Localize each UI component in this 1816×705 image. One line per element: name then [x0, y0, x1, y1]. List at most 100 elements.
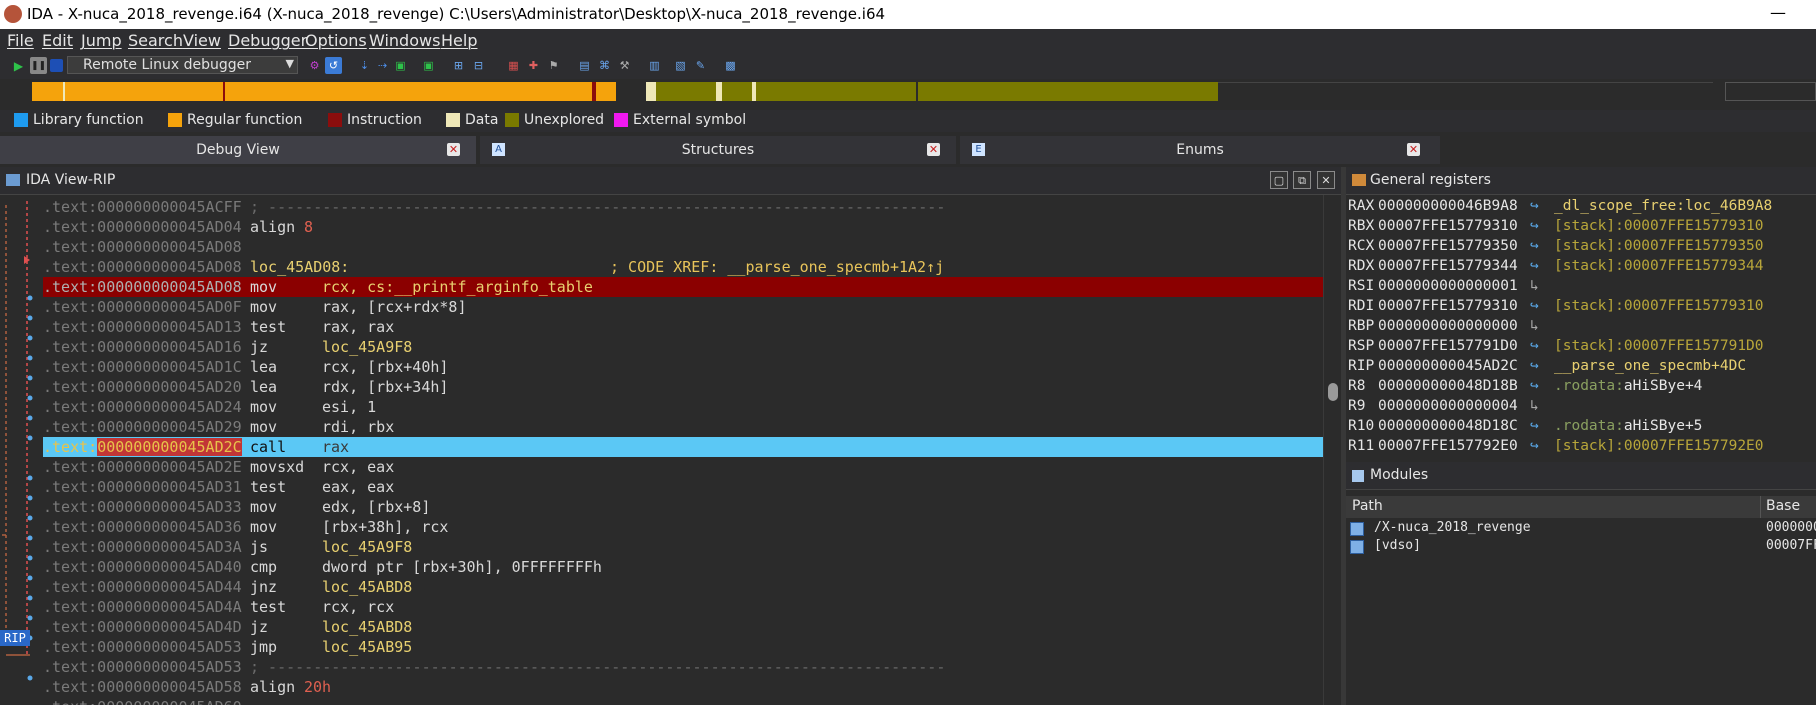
column-path[interactable]: Path	[1352, 498, 1383, 514]
disasm-line[interactable]: .text:000000000045AD58 align 20h	[43, 677, 1323, 697]
modules-column-header: Path Base	[1346, 496, 1816, 518]
restore-icon[interactable]: ▢	[1270, 171, 1288, 189]
disasm-line[interactable]: .text:000000000045AD0F mov rax, [rcx+rdx*8…	[43, 297, 1323, 317]
menu-options[interactable]: Options	[305, 31, 367, 50]
stop-process-icon[interactable]	[50, 59, 63, 72]
minimize-button[interactable]: —	[1770, 3, 1786, 22]
menu-debugger[interactable]: Debugger	[228, 31, 307, 50]
menu-view[interactable]: View	[183, 31, 221, 50]
start-process-icon[interactable]: ▶	[10, 57, 27, 74]
menu-search[interactable]: Search	[128, 31, 183, 50]
toolbar: ▶ ❚❚ Remote Linux debugger ▼ ⚙ ↺ ⇣ ⇢ ▣ ▣…	[0, 53, 1816, 79]
disassembly-view[interactable]: RIP .text:000000000045ACFF; ------------…	[0, 195, 1341, 705]
register-row[interactable]: RAX 000000000046B9A8 ↪ _dl_scope_free:loc_4…	[1346, 196, 1816, 216]
modules-table[interactable]: Path Base /X-nuca_2018_revenge 0000000 […	[1346, 496, 1816, 705]
close-icon[interactable]: ✕	[927, 143, 940, 156]
disasm-line[interactable]: .text:000000000045AD29 mov rdi, rbx	[43, 417, 1323, 437]
names-icon[interactable]: ✎	[692, 57, 709, 74]
add-breakpoint-icon[interactable]: ✚	[525, 57, 542, 74]
disasm-line[interactable]: .text:000000000045AD40 cmp dword ptr [rbx+…	[43, 557, 1323, 577]
chevron-down-icon: ▼	[285, 57, 294, 70]
disasm-line[interactable]: .text:000000000045AD53; ----------------…	[43, 657, 1323, 677]
module-list-icon[interactable]: ▤	[576, 57, 593, 74]
show-ip-icon[interactable]: ⊞	[450, 57, 467, 74]
step-over-icon[interactable]: ⇢	[374, 57, 391, 74]
watch-view-icon[interactable]: ⚒	[616, 57, 633, 74]
ida-app-icon	[4, 5, 22, 23]
menu-help[interactable]: Help	[441, 31, 477, 50]
disasm-line[interactable]: .text:000000000045AD4A test rcx, rcx	[43, 597, 1323, 617]
disasm-line[interactable]: .text:000000000045AD3A js loc_45A9F8	[43, 537, 1323, 557]
register-row[interactable]: RSP 00007FFE157791D0 ↪ [stack]:00007FFE1577…	[1346, 336, 1816, 356]
register-row[interactable]: R9 0000000000000004 ↳	[1346, 396, 1816, 416]
float-icon[interactable]: ⧉	[1293, 171, 1311, 189]
scrollbar-thumb[interactable]	[1328, 383, 1338, 401]
stack-view-icon[interactable]: ▩	[722, 57, 739, 74]
disasm-line[interactable]: .text:000000000045AD60	[43, 697, 1323, 705]
disasm-line[interactable]: .text:000000000045AD16 jz loc_45A9F8	[43, 337, 1323, 357]
disasm-line-breakpoint[interactable]: .text:000000000045AD08 mov rcx, cs:__print…	[43, 277, 1323, 297]
disasm-line[interactable]: .text:000000000045AD1C lea rcx, [rbx+40h]	[43, 357, 1323, 377]
tab-debug-view[interactable]: Debug View ✕	[0, 136, 476, 164]
step-into-icon[interactable]: ⇣	[356, 57, 373, 74]
register-row[interactable]: RBP 0000000000000000 ↳	[1346, 316, 1816, 336]
register-row[interactable]: RSI 0000000000000001 ↳	[1346, 276, 1816, 296]
register-row[interactable]: R8 000000000048D18B ↪ .rodata:aHiSBye+4	[1346, 376, 1816, 396]
debugger-select[interactable]: Remote Linux debugger ▼	[67, 56, 298, 74]
navigation-band-overview[interactable]	[1725, 82, 1816, 101]
detach-process-icon[interactable]: ↺	[325, 57, 342, 74]
legend-external-symbol: External symbol	[614, 112, 746, 128]
rip-marker: RIP	[0, 630, 30, 646]
disasm-line[interactable]: .text:000000000045AD20 lea rdx, [rbx+34h]	[43, 377, 1323, 397]
column-base[interactable]: Base	[1766, 498, 1800, 514]
disasm-line[interactable]: .text:000000000045AD44 jnz loc_45ABD8	[43, 577, 1323, 597]
disasm-line[interactable]: .text:000000000045AD36 mov [rbx+38h], rcx	[43, 517, 1323, 537]
disasm-line[interactable]: .text:000000000045AD08 loc_45AD08:; CODE …	[43, 257, 1323, 277]
tab-enums[interactable]: E Enums ✕	[960, 136, 1440, 164]
close-icon[interactable]: ✕	[1317, 171, 1335, 189]
registers-view[interactable]: RAX 000000000046B9A8 ↪ _dl_scope_free:loc_4…	[1346, 196, 1816, 452]
vertical-scrollbar[interactable]	[1323, 195, 1341, 705]
disasm-line[interactable]: .text:000000000045AD4D jz loc_45ABD8	[43, 617, 1323, 637]
pause-process-icon[interactable]: ❚❚	[30, 57, 47, 74]
module-row[interactable]: [vdso] 00007FF	[1346, 538, 1816, 556]
disasm-line[interactable]: .text:000000000045AD24 mov esi, 1	[43, 397, 1323, 417]
tab-structures[interactable]: A Structures ✕	[480, 136, 956, 164]
register-row[interactable]: RCX 00007FFE15779350 ↪ [stack]:00007FFE1577…	[1346, 236, 1816, 256]
close-icon[interactable]: ✕	[447, 143, 460, 156]
disasm-line[interactable]: .text:000000000045AD33 mov edx, [rbx+8]	[43, 497, 1323, 517]
functions-icon[interactable]: ▧	[672, 57, 689, 74]
disasm-line[interactable]: .text:000000000045AD2E movsxd rcx, eax	[43, 457, 1323, 477]
disasm-line[interactable]: .text:000000000045AD13 test rax, rax	[43, 317, 1323, 337]
menu-file[interactable]: File	[7, 31, 34, 50]
menu-edit[interactable]: Edit	[42, 31, 73, 50]
breakpoints-list-icon[interactable]: ⊟	[470, 57, 487, 74]
menu-windows[interactable]: Windows	[369, 31, 440, 50]
disasm-line-current[interactable]: .text:000000000045AD2C call rax	[43, 437, 1323, 457]
register-row[interactable]: RDI 00007FFE15779310 ↪ [stack]:00007FFE1577…	[1346, 296, 1816, 316]
arrows-gutter	[0, 195, 42, 705]
threads-icon[interactable]: ⌘	[596, 57, 613, 74]
disasm-line[interactable]: .text:000000000045ACFF; ----------------…	[43, 197, 1323, 217]
register-row[interactable]: RIP 000000000045AD2C ↪ __parse_one_specmb+4…	[1346, 356, 1816, 376]
disasm-line[interactable]: .text:000000000045AD08	[43, 237, 1323, 257]
tracing-icon[interactable]: ⚑	[545, 57, 562, 74]
registers-header: General registers	[1346, 167, 1816, 195]
step-out-icon[interactable]: ▣	[420, 57, 437, 74]
register-row[interactable]: R10 000000000048D18C ↪ .rodata:aHiSBye+5	[1346, 416, 1816, 436]
segments-icon[interactable]: ▥	[646, 57, 663, 74]
menu-jump[interactable]: Jump	[81, 31, 122, 50]
title-bar: IDA - X-nuca_2018_revenge.i64 (X-nuca_20…	[0, 0, 1816, 29]
disasm-line[interactable]: .text:000000000045AD04 align 8	[43, 217, 1323, 237]
memory-view-icon[interactable]: ▦	[505, 57, 522, 74]
run-to-cursor-icon[interactable]: ▣	[392, 57, 409, 74]
register-row[interactable]: RDX 00007FFE15779344 ↪ [stack]:00007FFE1577…	[1346, 256, 1816, 276]
register-row[interactable]: R11 00007FFE157792E0 ↪ [stack]:00007FFE1577…	[1346, 436, 1816, 452]
disasm-line[interactable]: .text:000000000045AD31 test eax, eax	[43, 477, 1323, 497]
module-row[interactable]: /X-nuca_2018_revenge 0000000	[1346, 520, 1816, 538]
register-row[interactable]: RBX 00007FFE15779310 ↪ [stack]:00007FFE1577…	[1346, 216, 1816, 236]
navigation-band[interactable]	[18, 82, 1713, 102]
attach-process-icon[interactable]: ⚙	[306, 57, 323, 74]
disasm-line[interactable]: .text:000000000045AD53 jmp loc_45AB95	[43, 637, 1323, 657]
close-icon[interactable]: ✕	[1407, 143, 1420, 156]
